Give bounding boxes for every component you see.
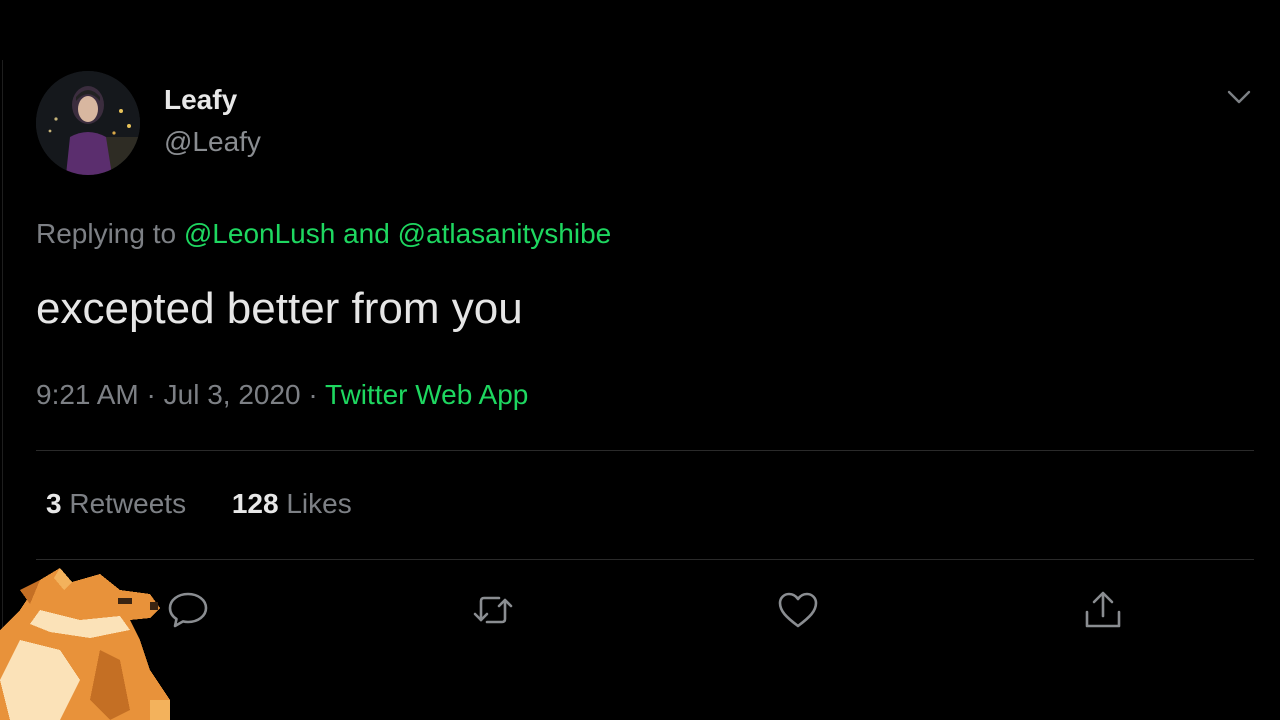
likes-count: 128 xyxy=(231,488,279,519)
pixel-cheems-dog-image xyxy=(0,560,180,720)
retweets-count: 3 xyxy=(46,488,62,519)
tweet-source[interactable]: Twitter Web App xyxy=(325,379,528,410)
tweet-text: excepted better from you xyxy=(36,284,523,333)
chevron-down-icon[interactable] xyxy=(1224,82,1254,112)
retweets-label: Retweets xyxy=(69,488,187,519)
divider xyxy=(36,559,1254,560)
meta-separator: · xyxy=(146,379,156,410)
retweets-stat[interactable]: 3 Retweets xyxy=(46,488,186,520)
like-icon[interactable] xyxy=(776,588,820,632)
tweet-stats: 3 Retweets 128 Likes xyxy=(46,488,352,520)
user-handle[interactable]: @Leafy xyxy=(164,126,261,158)
mention-atlasanityshibe[interactable]: @atlasanityshibe xyxy=(398,218,612,249)
reply-prefix: Replying to xyxy=(36,218,177,249)
likes-label: Likes xyxy=(286,488,352,519)
divider xyxy=(36,450,1254,451)
mention-leonlush[interactable]: @LeonLush xyxy=(184,218,335,249)
share-icon[interactable] xyxy=(1081,588,1125,632)
tweet-meta: 9:21 AM · Jul 3, 2020 · Twitter Web App xyxy=(36,379,528,411)
reply-conjunction: and xyxy=(343,218,390,249)
tweet-date[interactable]: Jul 3, 2020 xyxy=(164,379,301,410)
avatar[interactable] xyxy=(36,71,140,175)
likes-stat[interactable]: 128 Likes xyxy=(232,488,352,520)
display-name[interactable]: Leafy xyxy=(164,84,237,116)
retweet-icon[interactable] xyxy=(471,588,515,632)
tweet-time[interactable]: 9:21 AM xyxy=(36,379,139,410)
tweet-page: Leafy @Leafy Replying to @LeonLush and @… xyxy=(0,0,1280,720)
reply-context: Replying to @LeonLush and @atlasanityshi… xyxy=(36,218,611,250)
meta-separator: · xyxy=(308,379,318,410)
